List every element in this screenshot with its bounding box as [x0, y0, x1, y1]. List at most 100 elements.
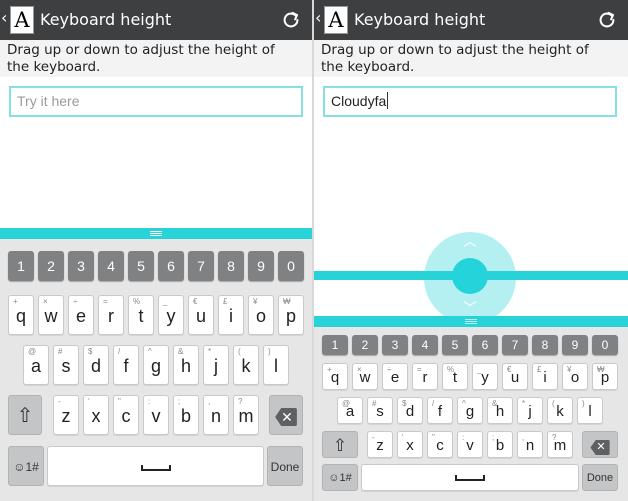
letter-key[interactable]: ; b: [173, 395, 199, 435]
letter-key[interactable]: ' x: [397, 431, 423, 458]
letter-key[interactable]: * j: [203, 345, 229, 385]
backspace-key[interactable]: ✕: [269, 395, 303, 435]
reset-icon[interactable]: [280, 9, 302, 31]
number-key[interactable]: 6: [472, 335, 498, 355]
app-font-icon: A: [10, 6, 34, 34]
letter-key[interactable]: % t: [442, 363, 468, 390]
try-it-input[interactable]: Cloudyfa: [323, 86, 617, 117]
number-key[interactable]: 6: [158, 251, 184, 281]
number-key[interactable]: 9: [248, 251, 274, 281]
keyboard: 1 2 3 4 5 6 7 8 9 0 + q × w ÷ e = r% t _ y € u £ i ¥ o ₩ p @ a # s $ d / f ^ g…: [314, 327, 628, 501]
letter-key[interactable]: ₩ p: [592, 363, 618, 390]
keyboard-drag-handle[interactable]: [0, 228, 312, 239]
number-key[interactable]: 1: [322, 335, 348, 355]
try-it-input[interactable]: Try it here: [9, 86, 303, 117]
letter-key[interactable]: £ i: [218, 295, 244, 335]
key-label: 8: [227, 258, 235, 274]
key-secondary-label: ^: [148, 347, 152, 356]
letter-key[interactable]: / f: [113, 345, 139, 385]
number-key[interactable]: 8: [532, 335, 558, 355]
letter-key[interactable]: ÷ e: [382, 363, 408, 390]
key-secondary-label: ÷: [387, 365, 392, 374]
letter-key[interactable]: :v: [457, 431, 483, 458]
letter-key[interactable]: ₩ p: [278, 295, 304, 335]
letter-key[interactable]: ? m: [233, 395, 259, 435]
reset-icon[interactable]: [596, 9, 618, 31]
number-key[interactable]: 7: [502, 335, 528, 355]
symbol-key[interactable]: ☺1#: [322, 464, 358, 491]
number-key[interactable]: 7: [188, 251, 214, 281]
shift-icon: ⇧: [332, 436, 348, 455]
number-key[interactable]: 0: [592, 335, 618, 355]
key-label: 9: [571, 338, 579, 352]
letter-key[interactable]: $ d: [397, 397, 423, 424]
shift-key[interactable]: ⇧: [322, 431, 358, 458]
number-key[interactable]: 0: [278, 251, 304, 281]
letter-key[interactable]: * j: [517, 397, 543, 424]
number-key[interactable]: 2: [38, 251, 64, 281]
letter-key[interactable]: ,n: [203, 395, 229, 435]
key-label: 6: [167, 258, 175, 274]
number-key[interactable]: 9: [562, 335, 588, 355]
space-bar[interactable]: [361, 464, 579, 491]
letter-key[interactable]: # s: [53, 345, 79, 385]
number-key[interactable]: 2: [352, 335, 378, 355]
number-key[interactable]: 3: [68, 251, 94, 281]
number-key[interactable]: 4: [98, 251, 124, 281]
letter-key[interactable]: @ a: [337, 397, 363, 424]
symbol-key[interactable]: ☺1#: [8, 446, 44, 486]
done-key[interactable]: Done: [582, 464, 618, 491]
letter-key[interactable]: ÷ e: [68, 295, 94, 335]
letter-key[interactable]: + q: [8, 295, 34, 335]
letter-key[interactable]: # s: [367, 397, 393, 424]
backspace-icon: ✕: [590, 440, 610, 455]
number-key[interactable]: 8: [218, 251, 244, 281]
letter-key[interactable]: = r: [98, 295, 124, 335]
letter-key[interactable]: ¥ o: [248, 295, 274, 335]
letter-key[interactable]: _ y: [158, 295, 184, 335]
letter-key[interactable]: -z: [367, 431, 393, 458]
letter-key[interactable]: × w: [38, 295, 64, 335]
number-key[interactable]: 5: [128, 251, 154, 281]
done-key[interactable]: Done: [267, 446, 303, 486]
letter-key[interactable]: / f: [427, 397, 453, 424]
letter-key[interactable]: + q: [322, 363, 348, 390]
letter-key[interactable]: = r: [412, 363, 438, 390]
number-key[interactable]: 1: [8, 251, 34, 281]
letter-key[interactable]: & h: [487, 397, 513, 424]
letter-key[interactable]: " c: [113, 395, 139, 435]
space-bar[interactable]: [47, 446, 264, 486]
letter-key[interactable]: :v: [143, 395, 169, 435]
letter-key[interactable]: " c: [427, 431, 453, 458]
letter-key[interactable]: _ y: [472, 363, 498, 390]
number-key[interactable]: 5: [442, 335, 468, 355]
shift-key[interactable]: ⇧: [8, 395, 42, 435]
letter-key[interactable]: ¥ o: [562, 363, 588, 390]
letter-key[interactable]: ; b: [487, 431, 513, 458]
letter-key[interactable]: & h: [173, 345, 199, 385]
number-key[interactable]: 4: [412, 335, 438, 355]
letter-key[interactable]: × w: [352, 363, 378, 390]
letter-key[interactable]: £ i: [532, 363, 558, 390]
letter-key[interactable]: ) l: [577, 397, 603, 424]
key-secondary-label: ÷: [73, 297, 78, 306]
letter-key[interactable]: ^ g: [143, 345, 169, 385]
letter-key[interactable]: ' x: [83, 395, 109, 435]
letter-key[interactable]: € u: [188, 295, 214, 335]
space-icon: [140, 465, 171, 471]
letter-key[interactable]: € u: [502, 363, 528, 390]
letter-key[interactable]: ) l: [263, 345, 289, 385]
letter-key[interactable]: (k: [547, 397, 573, 424]
letter-key[interactable]: @ a: [23, 345, 49, 385]
backspace-key[interactable]: ✕: [582, 431, 618, 458]
keyboard-drag-handle[interactable]: [314, 316, 628, 327]
letter-key[interactable]: % t: [128, 295, 154, 335]
letter-key[interactable]: $ d: [83, 345, 109, 385]
key-secondary-label: ,: [208, 397, 211, 406]
letter-key[interactable]: ^ g: [457, 397, 483, 424]
letter-key[interactable]: ,n: [517, 431, 543, 458]
number-key[interactable]: 3: [382, 335, 408, 355]
letter-key[interactable]: ? m: [547, 431, 573, 458]
letter-key[interactable]: (k: [233, 345, 259, 385]
letter-key[interactable]: -z: [53, 395, 79, 435]
